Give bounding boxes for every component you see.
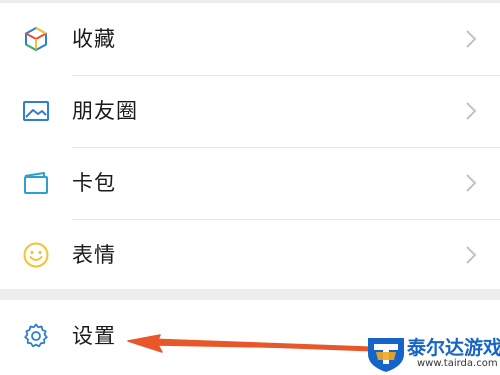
cards-label: 卡包 xyxy=(72,171,116,195)
image-icon xyxy=(18,93,54,129)
menu-item-stickers[interactable]: 表情 xyxy=(0,219,500,291)
stickers-label: 表情 xyxy=(72,243,116,267)
chevron-right-icon xyxy=(466,246,477,264)
card-wallet-icon xyxy=(18,165,54,201)
gear-icon xyxy=(18,318,54,354)
menu-item-cards[interactable]: 卡包 xyxy=(0,147,500,219)
moments-label: 朋友圈 xyxy=(72,99,138,123)
watermark-logo: 泰尔达游戏网 www.tairda.com xyxy=(362,330,500,375)
chevron-right-icon xyxy=(466,102,477,120)
watermark-emblem xyxy=(368,338,404,372)
menu-item-favorites[interactable]: 收藏 xyxy=(0,3,500,75)
chevron-right-icon xyxy=(466,174,477,192)
settings-label: 设置 xyxy=(72,324,116,348)
watermark-url: www.tairda.com xyxy=(417,358,498,369)
smiley-icon xyxy=(18,237,54,273)
menu-item-moments[interactable]: 朋友圈 xyxy=(0,75,500,147)
cube-icon xyxy=(18,21,54,57)
menu-group-main: 收藏 朋友圈 卡包 表情 xyxy=(0,3,500,289)
watermark-text: 泰尔达游戏网 xyxy=(407,337,500,359)
chevron-right-icon xyxy=(466,30,477,48)
favorites-label: 收藏 xyxy=(72,27,116,51)
